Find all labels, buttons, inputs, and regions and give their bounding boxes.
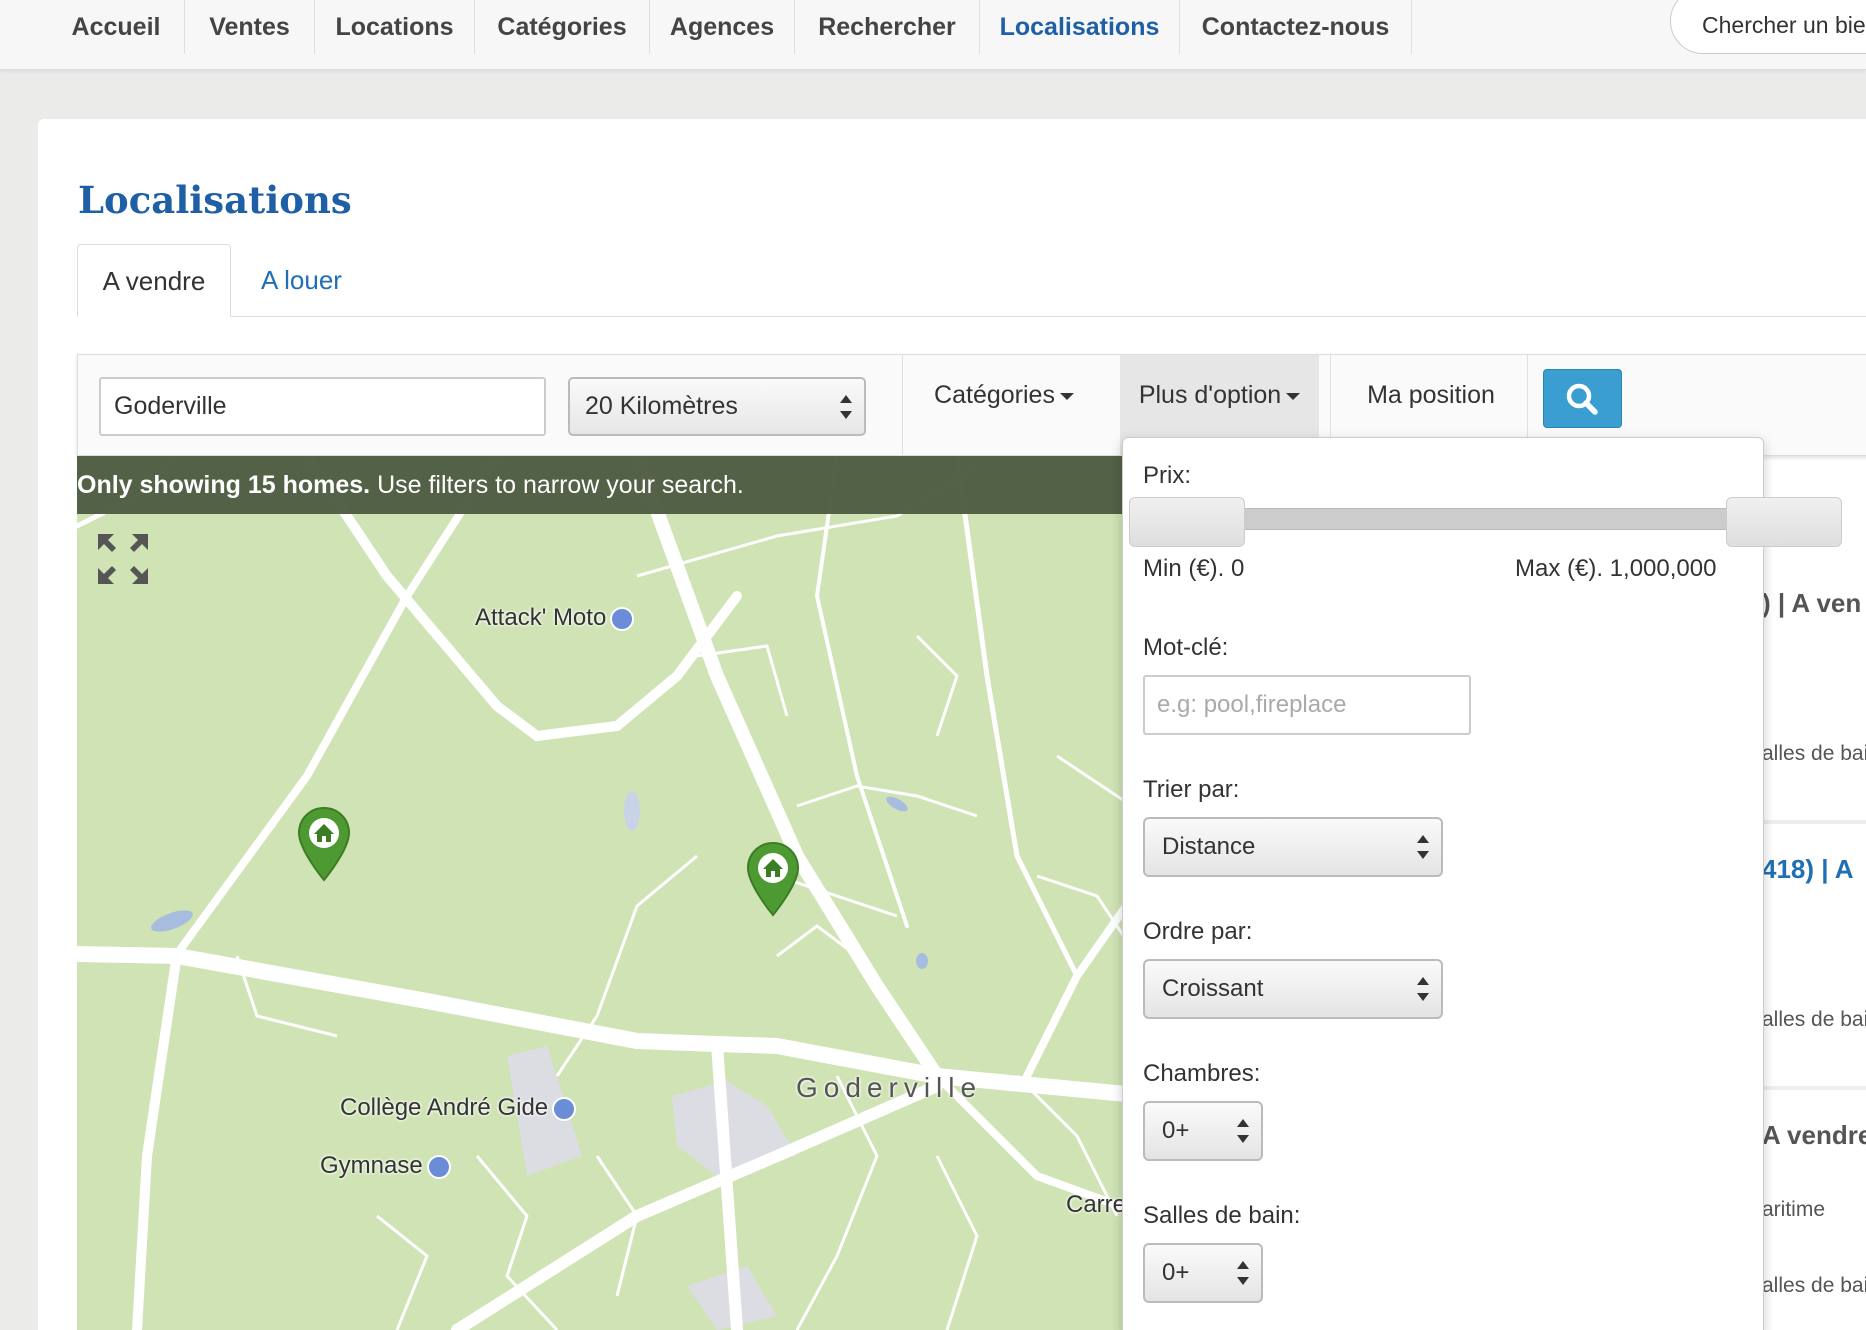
nav-item-ventes[interactable]: Ventes — [185, 0, 315, 54]
keyword-input[interactable]: e.g: pool,fireplace — [1143, 675, 1471, 735]
bathrooms-label: Salles de bain: — [1143, 1202, 1301, 1229]
results-banner: Only showing 15 homes. Use filters to na… — [77, 456, 1147, 514]
page-title: Localisations — [78, 178, 352, 222]
chevron-down-icon — [1059, 392, 1074, 400]
order-select-value: Croissant — [1162, 975, 1264, 1002]
order-label: Ordre par: — [1143, 918, 1253, 945]
listing-detail: alles de bai — [1762, 742, 1866, 765]
property-marker[interactable] — [297, 806, 351, 882]
map-poi-label: Collège André Gide — [340, 1094, 577, 1122]
select-arrows-icon — [840, 395, 852, 419]
fullscreen-icon[interactable] — [96, 532, 150, 586]
select-arrows-icon — [1237, 1119, 1249, 1143]
sort-label: Trier par: — [1143, 776, 1240, 803]
listings-panel: ) | A ven alles de bai 418) | A alles de… — [1762, 460, 1866, 1330]
nav-item-localisations[interactable]: Localisations — [980, 0, 1180, 54]
distance-select-value: 20 Kilomètres — [585, 392, 738, 420]
search-button[interactable] — [1543, 369, 1622, 428]
graduation-cap-icon — [552, 1096, 577, 1121]
listing-detail: aritime — [1762, 1198, 1826, 1221]
bedrooms-select[interactable]: 0+ — [1143, 1101, 1263, 1161]
categories-label: Catégories — [934, 381, 1055, 409]
tab-a-louer[interactable]: A louer — [261, 244, 342, 317]
bathrooms-select[interactable]: 0+ — [1143, 1243, 1263, 1303]
listing-divider — [1762, 1086, 1866, 1090]
chevron-down-icon — [1286, 392, 1301, 400]
map-poi-label: Gymnase — [320, 1152, 451, 1180]
listing-title[interactable]: ) | A ven — [1762, 588, 1861, 619]
bathrooms-select-value: 0+ — [1162, 1259, 1190, 1286]
price-slider-max-handle[interactable] — [1726, 497, 1842, 547]
nav-item-locations[interactable]: Locations — [315, 0, 475, 54]
price-min-value: Min (€). 0 — [1143, 555, 1245, 582]
bar-divider — [902, 355, 903, 455]
nav-item-categories[interactable]: Catégories — [475, 0, 650, 54]
listing-title[interactable]: 418) | A — [1762, 854, 1854, 885]
map-view[interactable]: Attack' Moto Collège André Gide Gymnase … — [77, 456, 1147, 1330]
map-poi-label: Attack' Moto — [475, 604, 635, 632]
order-select[interactable]: Croissant — [1143, 959, 1443, 1019]
map-roads — [77, 456, 1147, 1330]
nav-item-rechercher[interactable]: Rechercher — [795, 0, 980, 54]
price-slider-min-handle[interactable] — [1129, 497, 1245, 547]
listing-title[interactable]: A vendre — [1762, 1120, 1866, 1151]
listing-detail: alles de bai — [1762, 1274, 1866, 1297]
poi-name: Gymnase — [320, 1152, 423, 1179]
map-street-label: Carre — [1066, 1191, 1127, 1218]
map-town-label: Goderville — [796, 1072, 983, 1103]
top-navigation: Accueil Ventes Locations Catégories Agen… — [0, 0, 1866, 70]
sort-select[interactable]: Distance — [1143, 817, 1443, 877]
results-count: Only showing 15 homes. — [77, 471, 371, 499]
square-marker-icon — [426, 1154, 451, 1179]
more-options-label: Plus d'option — [1138, 381, 1282, 409]
select-arrows-icon — [1417, 835, 1429, 859]
bedrooms-label: Chambres: — [1143, 1060, 1261, 1087]
listing-divider — [1762, 820, 1866, 824]
sort-select-value: Distance — [1162, 833, 1256, 860]
shopping-bag-icon — [610, 606, 635, 631]
tab-a-vendre[interactable]: A vendre — [77, 244, 231, 317]
select-arrows-icon — [1237, 1261, 1249, 1285]
price-label: Prix: — [1143, 462, 1191, 489]
search-icon — [1566, 383, 1598, 415]
results-hint: Use filters to narrow your search. — [370, 471, 744, 499]
property-marker[interactable] — [746, 841, 800, 917]
listing-detail: alles de bai — [1762, 1008, 1866, 1031]
bedrooms-select-value: 0+ — [1162, 1117, 1190, 1144]
nav-item-contactez-nous[interactable]: Contactez-nous — [1180, 0, 1412, 54]
categories-dropdown-button[interactable]: Catégories — [915, 355, 1093, 455]
site-search-input[interactable]: Chercher un bie — [1670, 0, 1866, 54]
nav-item-agences[interactable]: Agences — [650, 0, 795, 54]
nav-item-accueil[interactable]: Accueil — [48, 0, 185, 54]
location-input[interactable]: Goderville — [99, 377, 546, 436]
select-arrows-icon — [1417, 977, 1429, 1001]
tabs-divider — [78, 316, 1866, 317]
distance-select[interactable]: 20 Kilomètres — [568, 377, 866, 436]
poi-name: Collège André Gide — [340, 1094, 549, 1121]
poi-name: Attack' Moto — [475, 604, 607, 631]
price-max-value: Max (€). 1,000,000 — [1515, 555, 1717, 582]
keyword-label: Mot-clé: — [1143, 634, 1229, 661]
price-slider-track[interactable] — [1183, 508, 1753, 530]
